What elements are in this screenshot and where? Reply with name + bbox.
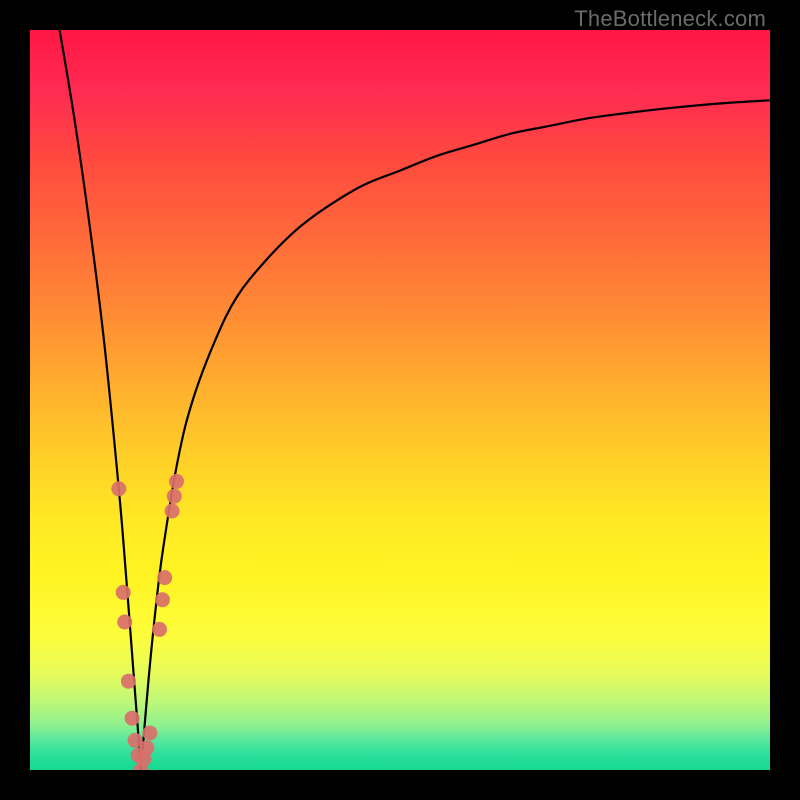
data-points <box>30 30 770 770</box>
chart-frame: TheBottleneck.com <box>0 0 800 800</box>
data-point <box>169 474 184 489</box>
data-point <box>167 489 182 504</box>
data-point <box>125 711 140 726</box>
data-point <box>111 481 126 496</box>
data-point <box>142 726 157 741</box>
data-point <box>139 740 154 755</box>
watermark-text: TheBottleneck.com <box>574 6 766 32</box>
data-point <box>165 504 180 519</box>
data-point <box>117 615 132 630</box>
data-point <box>152 622 167 637</box>
data-point <box>157 570 172 585</box>
plot-area <box>30 30 770 770</box>
data-point <box>116 585 131 600</box>
data-point <box>121 674 136 689</box>
data-point <box>155 592 170 607</box>
